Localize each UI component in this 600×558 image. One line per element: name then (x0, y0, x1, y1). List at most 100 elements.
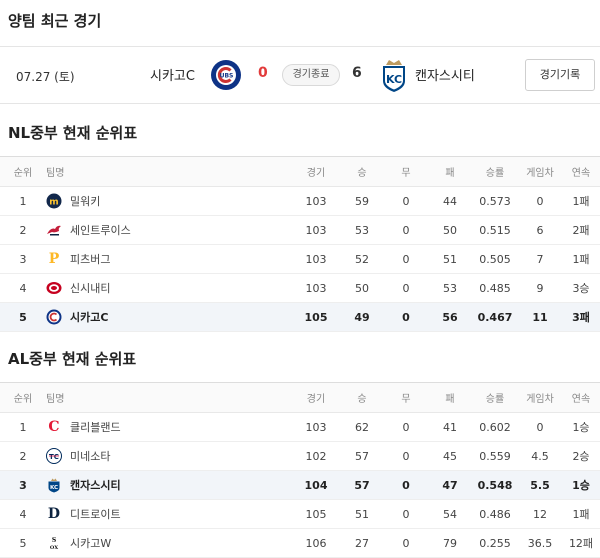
col-rank: 순위 (0, 156, 46, 187)
col-pct: 승률 (472, 156, 518, 187)
cell-draws: 0 (384, 441, 428, 471)
cell-wins: 51 (340, 499, 384, 529)
cell-win-pct: 0.573 (472, 186, 518, 216)
home-score: 6 (352, 65, 362, 81)
cell-wins: 53 (340, 215, 384, 245)
cell-losses: 50 (428, 215, 472, 245)
svg-text:UBS: UBS (220, 73, 234, 80)
cell-games: 103 (292, 273, 340, 303)
cell-losses: 51 (428, 244, 472, 274)
col-gb: 게임차 (518, 382, 562, 413)
cell-win-pct: 0.515 (472, 215, 518, 245)
col-losses: 패 (428, 382, 472, 413)
cell-team-name[interactable]: 세인트루이스 (46, 215, 292, 245)
cell-rank: 3 (0, 244, 46, 274)
cell-win-pct: 0.467 (472, 302, 518, 332)
cell-draws: 0 (384, 528, 428, 558)
cell-games: 105 (292, 302, 340, 332)
cell-games-behind: 0 (518, 412, 562, 442)
cell-team-name[interactable]: P 피츠버그 (46, 244, 292, 274)
cell-streak: 2패 (562, 215, 600, 245)
cell-wins: 27 (340, 528, 384, 558)
cell-games-behind: 5.5 (518, 470, 562, 500)
al-central-standings-title: AL중부 현재 순위표 (8, 350, 137, 368)
team-label[interactable]: 피츠버그 (70, 251, 110, 267)
cell-wins: 57 (340, 441, 384, 471)
home-team-name[interactable]: 캔자스시티 (415, 65, 475, 84)
twins-logo-icon: TC (46, 448, 62, 464)
cell-games: 102 (292, 441, 340, 471)
cell-team-name[interactable]: S OX 시카고W (46, 528, 292, 558)
cell-streak: 1승 (562, 412, 600, 442)
pirates-logo-icon: P (48, 251, 60, 267)
team-label[interactable]: 세인트루이스 (70, 222, 131, 238)
cell-losses: 53 (428, 273, 472, 303)
game-status-badge: 경기종료 (282, 64, 340, 86)
away-team-name[interactable]: 시카고C (150, 65, 195, 84)
col-games: 경기 (292, 156, 340, 187)
cell-win-pct: 0.505 (472, 244, 518, 274)
cell-streak: 1패 (562, 499, 600, 529)
game-record-button[interactable]: 경기기록 (525, 59, 595, 91)
cell-team-name[interactable]: C 클리블랜드 (46, 412, 292, 442)
team-label[interactable]: 밀워키 (70, 193, 100, 209)
cell-games: 103 (292, 186, 340, 216)
cell-games-behind: 6 (518, 215, 562, 245)
cell-rank: 4 (0, 273, 46, 303)
cell-rank: 3 (0, 470, 46, 500)
team-label[interactable]: 신시내티 (70, 280, 110, 296)
team-label[interactable]: 미네소타 (70, 448, 110, 464)
table-row[interactable]: 2 TC 미네소타 102 57 0 45 0.559 4.5 2승 (0, 441, 600, 471)
guardians-logo-icon: C (48, 419, 60, 435)
cell-team-name[interactable]: 신시내티 (46, 273, 292, 303)
cell-team-name[interactable]: D 디트로이트 (46, 499, 292, 529)
cell-draws: 0 (384, 302, 428, 332)
cardinals-logo-icon (46, 222, 62, 238)
table-row[interactable]: 3 KC 캔자스시티 104 57 0 47 0.548 5.5 1승 (0, 470, 600, 500)
col-team: 팀명 (46, 156, 292, 187)
col-team: 팀명 (46, 382, 292, 413)
table-row[interactable]: 4 D 디트로이트 105 51 0 54 0.486 12 1패 (0, 499, 600, 529)
team-label[interactable]: 클리블랜드 (70, 419, 121, 435)
royals-logo-icon: KC (380, 57, 408, 93)
cell-games: 103 (292, 215, 340, 245)
cell-losses: 54 (428, 499, 472, 529)
cell-rank: 4 (0, 499, 46, 529)
cell-games-behind: 12 (518, 499, 562, 529)
cell-streak: 1승 (562, 470, 600, 500)
col-gb: 게임차 (518, 156, 562, 187)
table-row[interactable]: 4 신시내티 103 50 0 53 0.485 9 3승 (0, 273, 600, 303)
cell-win-pct: 0.559 (472, 441, 518, 471)
cell-rank: 5 (0, 528, 46, 558)
cell-rank: 2 (0, 441, 46, 471)
cell-wins: 52 (340, 244, 384, 274)
al-central-standings-table: 순위 팀명 경기 승 무 패 승률 게임차 연속 1 C 클리블랜드 103 62 0 41… (0, 382, 600, 558)
table-row[interactable]: 1 C 클리블랜드 103 62 0 41 0.602 0 1승 (0, 412, 600, 442)
svg-text:S: S (52, 537, 56, 544)
table-row[interactable]: 2 세인트루이스 103 53 0 50 0.515 6 2패 (0, 215, 600, 245)
cell-draws: 0 (384, 244, 428, 274)
team-label[interactable]: 캔자스시티 (70, 477, 121, 493)
col-wins: 승 (340, 156, 384, 187)
cell-team-name[interactable]: TC 미네소타 (46, 441, 292, 471)
cell-losses: 47 (428, 470, 472, 500)
whitesox-logo-icon: S OX (46, 535, 62, 551)
cell-rank: 2 (0, 215, 46, 245)
table-row[interactable]: 3 P 피츠버그 103 52 0 51 0.505 7 1패 (0, 244, 600, 274)
cell-streak: 3패 (562, 302, 600, 332)
cubs-logo-icon: UBS (211, 60, 241, 90)
team-label[interactable]: 시카고W (70, 535, 111, 551)
cell-draws: 0 (384, 273, 428, 303)
team-label[interactable]: 시카고C (70, 309, 108, 325)
team-label[interactable]: 디트로이트 (70, 506, 121, 522)
cell-team-name[interactable]: 시카고C (46, 302, 292, 332)
cell-wins: 49 (340, 302, 384, 332)
brewers-logo-icon: m (46, 193, 62, 209)
cell-team-name[interactable]: m 밀워키 (46, 186, 292, 216)
cell-losses: 41 (428, 412, 472, 442)
cell-games: 103 (292, 412, 340, 442)
table-row[interactable]: 5 S OX 시카고W 106 27 0 79 0.255 36.5 12패 (0, 528, 600, 558)
table-row[interactable]: 1 m 밀워키 103 59 0 44 0.573 0 1패 (0, 186, 600, 216)
cell-team-name[interactable]: KC 캔자스시티 (46, 470, 292, 500)
table-row[interactable]: 5 시카고C 105 49 0 56 0.467 11 3패 (0, 302, 600, 332)
